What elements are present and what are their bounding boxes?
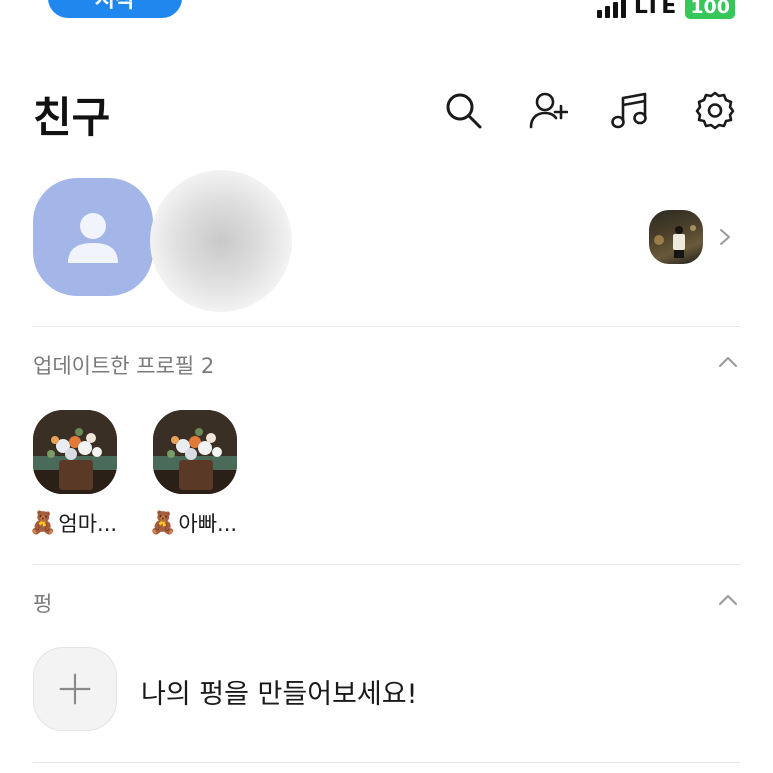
- plus-icon: [59, 673, 91, 705]
- friends-screen: 시작 LTE 100 친구 업데이트한 프로필 2 🧸 엄마... 🧸 아빠..…: [0, 0, 773, 773]
- blurred-profile-name: [150, 170, 292, 312]
- status-pill-text: 시작: [94, 0, 136, 13]
- person-icon: [68, 213, 118, 263]
- search-icon[interactable]: [443, 90, 483, 130]
- pyeong-label: 펑: [33, 592, 53, 616]
- profile-music-thumbnail[interactable]: [649, 210, 703, 264]
- teddy-bear-icon: 🧸: [149, 510, 177, 536]
- signal-icon: [596, 0, 626, 18]
- flower-bouquet-photo: [153, 410, 237, 494]
- friend-name-2[interactable]: 🧸 아빠...: [149, 508, 237, 538]
- friend-name-text: 아빠...: [178, 512, 238, 536]
- collapse-pyeong-icon[interactable]: [718, 590, 738, 610]
- divider: [33, 762, 740, 763]
- friend-thumbnail[interactable]: [153, 410, 237, 494]
- thumbnail-photo: [654, 225, 696, 258]
- profile-chevron-right-icon[interactable]: [715, 227, 735, 247]
- divider: [33, 564, 740, 565]
- collapse-updated-profiles-icon[interactable]: [718, 352, 738, 372]
- divider: [33, 326, 740, 327]
- friend-thumbnail[interactable]: [33, 410, 117, 494]
- battery-level: 100: [690, 0, 730, 18]
- music-icon[interactable]: [610, 90, 650, 130]
- flower-bouquet-photo: [33, 410, 117, 494]
- teddy-bear-icon: 🧸: [29, 510, 57, 536]
- settings-icon[interactable]: [695, 90, 735, 130]
- create-pyeong-button[interactable]: [33, 647, 117, 731]
- status-pill[interactable]: 시작: [48, 0, 182, 18]
- page-title: 친구: [33, 93, 111, 142]
- network-label: LTE: [633, 0, 678, 19]
- updated-profiles-label: 업데이트한 프로필 2: [33, 354, 215, 378]
- friend-name-1[interactable]: 🧸 엄마...: [29, 508, 117, 538]
- my-profile-avatar[interactable]: [33, 178, 153, 296]
- battery-icon: 100: [685, 0, 735, 19]
- create-pyeong-text[interactable]: 나의 펑을 만들어보세요!: [141, 672, 417, 711]
- add-friend-icon[interactable]: [528, 90, 568, 130]
- status-indicators: LTE 100: [596, 0, 735, 19]
- friend-name-text: 엄마...: [58, 512, 118, 536]
